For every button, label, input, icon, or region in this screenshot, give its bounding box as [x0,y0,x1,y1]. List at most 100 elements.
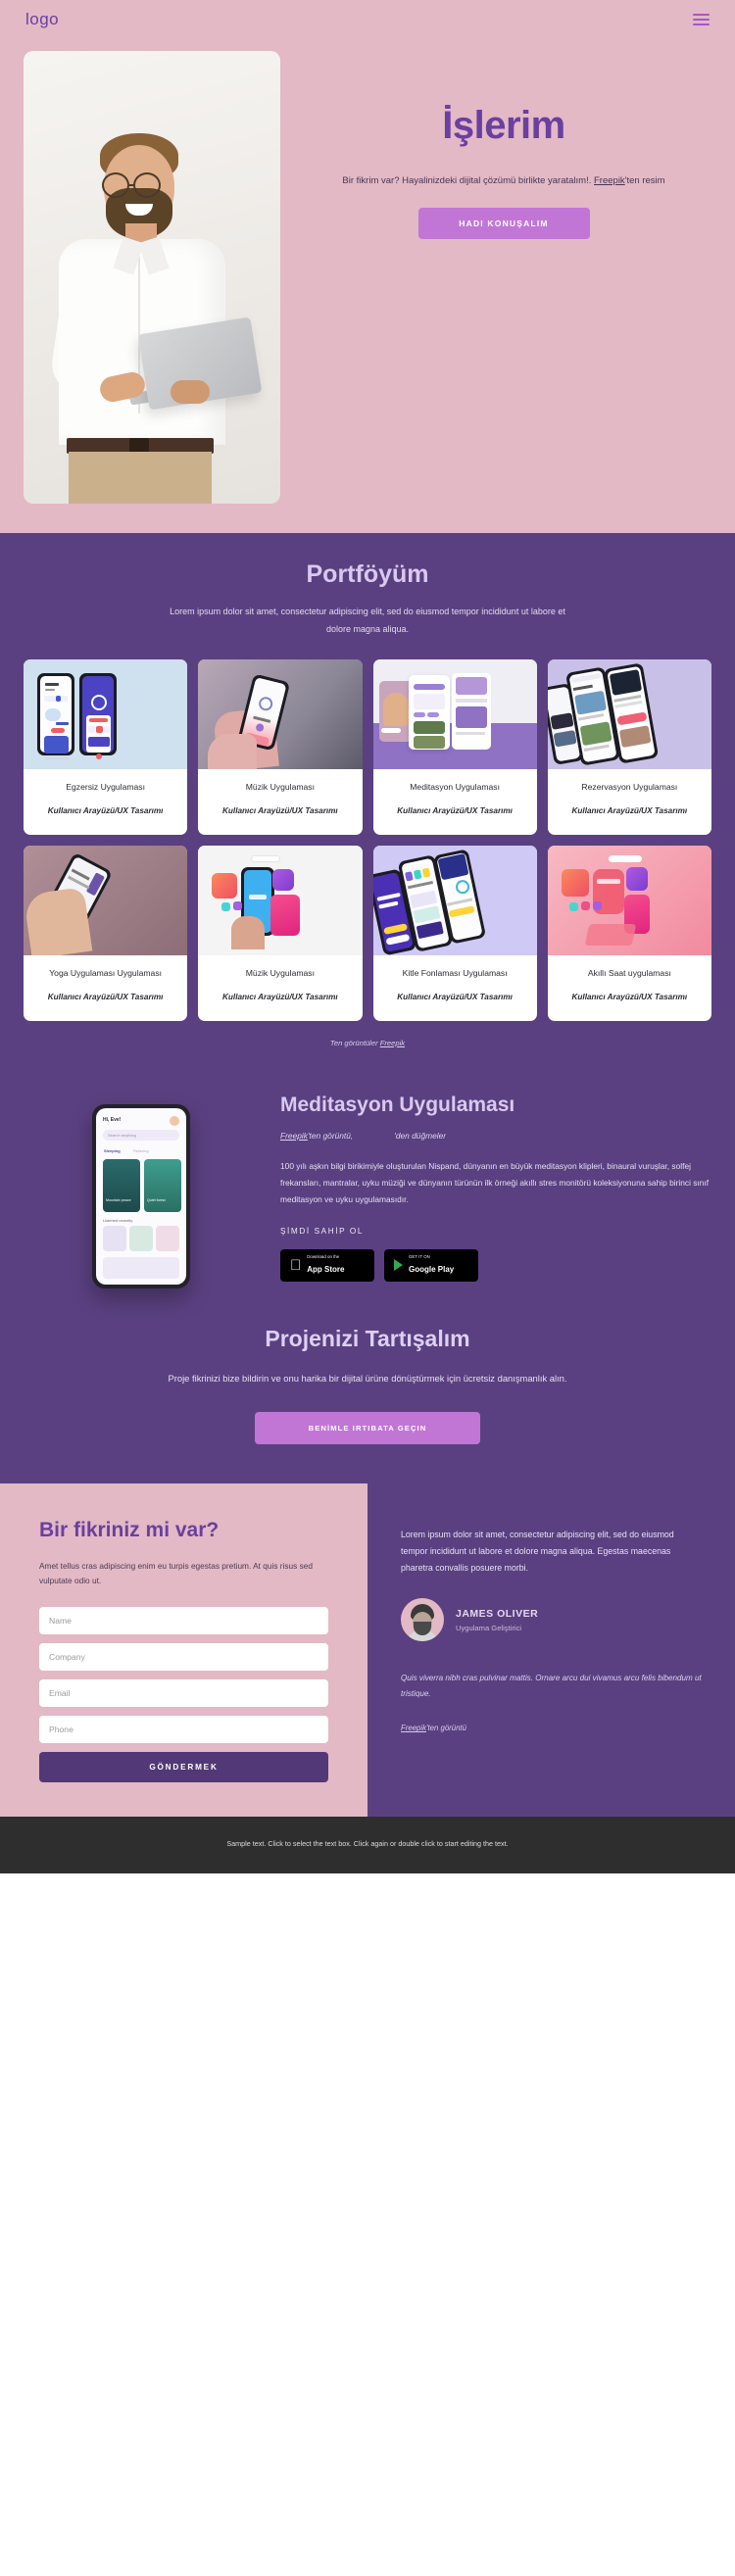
hero-subtitle-suffix: 'ten resim [624,175,665,186]
card-thumbnail [372,845,537,955]
portfolio-credit-link[interactable]: Freepik [380,1039,405,1047]
hamburger-menu-icon[interactable] [693,14,710,25]
logo[interactable]: logo [25,10,59,29]
avatar [401,1598,444,1642]
app-store-name: App Store [296,1264,344,1274]
card-title: Müzik Uygulaması [245,967,315,978]
mock-tab-sleeping[interactable]: Sleeping [104,1148,121,1153]
card-title: Egzersiz Uygulaması [66,782,145,792]
google-play-icon [394,1259,403,1272]
card-title: Kitle Fonlaması Uygulaması [402,967,508,978]
footer: Sample text. Click to select the text bo… [0,1816,735,1874]
person-role: Uygulama Geliştirici [456,1623,522,1632]
card-thumbnail [24,845,188,955]
testimonial-quote: Quis viverra nibh cras pulvinar mattis. … [401,1674,702,1699]
card-subtitle: Kullanıcı Arayüzü/UX Tasarımı [47,806,164,816]
contact-me-button[interactable]: BENİMLE IRTIBATA GEÇIN [255,1411,480,1444]
card-title: Müzik Uygulaması [245,782,315,792]
app-store-badges:  Download on the App Store GET IT ON Go… [280,1248,711,1282]
card-body: Müzik Uygulaması Kullanıcı Arayüzü/UX Ta… [198,769,362,835]
google-play-name: Google Play [409,1264,455,1274]
name-field[interactable] [39,1606,328,1634]
google-play-badge[interactable]: GET IT ON Google Play [384,1248,478,1282]
hero-section: logo İşlerim Bir fikrim var? Hayalinizde… [0,0,735,533]
hero-text-block: İşlerim Bir fikrim var? Hayalinizdeki di… [280,51,711,239]
card-subtitle: Kullanıcı Arayüzü/UX Tasarımı [571,993,688,1002]
hero-photo [24,51,280,504]
contact-section: Bir fikriniz mi var? Amet tellus cras ad… [0,1482,735,1817]
card-subtitle: Kullanıcı Arayüzü/UX Tasarımı [397,993,513,1002]
mock-tile2-label: Quiet forest [147,1197,166,1202]
mock-search-label: Search anything [108,1132,136,1138]
portfolio-card[interactable]: Müzik Uygulaması Kullanıcı Arayüzü/UX Ta… [198,659,363,835]
mock-section-label: Listened recently [103,1217,133,1223]
card-thumbnail [198,659,363,769]
feature-credits: Freepik'ten görüntü, 'den düğmeler [280,1131,711,1141]
phone-mockup: Hi, Eve! Search anything Sleeping Relaxi… [92,1103,190,1288]
card-title: Meditasyon Uygulaması [410,782,500,792]
card-thumbnail [24,659,188,769]
testimonial-credit: Freepik'ten görüntü [401,1724,702,1732]
portfolio-credit: Ten görüntüler Freepik [0,1039,735,1047]
card-body: Meditasyon Uygulaması Kullanıcı Arayüzü/… [373,769,537,835]
card-thumbnail [372,659,537,769]
testimonial-person: JAMES OLIVER Uygulama Geliştirici [401,1598,702,1642]
portfolio-card[interactable]: Kitle Fonlaması Uygulaması Kullanıcı Ara… [372,845,537,1021]
footer-text[interactable]: Sample text. Click to select the text bo… [220,1838,514,1851]
testimonial-credit-suffix: 'ten görüntü [426,1724,466,1733]
contact-form-panel: Bir fikriniz mi var? Amet tellus cras ad… [0,1482,368,1817]
top-navigation-bar: logo [0,0,735,39]
card-subtitle: Kullanıcı Arayüzü/UX Tasarımı [571,806,688,816]
portfolio-credit-text: Ten görüntüler [329,1038,380,1047]
card-subtitle: Kullanıcı Arayüzü/UX Tasarımı [397,806,513,816]
card-body: Kitle Fonlaması Uygulaması Kullanıcı Ara… [373,955,537,1021]
portfolio-card[interactable]: Müzik Uygulaması Kullanıcı Arayüzü/UX Ta… [198,845,363,1021]
portfolio-card[interactable]: Akıllı Saat uygulaması Kullanıcı Arayüzü… [547,845,711,1021]
testimonial-credit-link[interactable]: Freepik [401,1724,426,1732]
mock-tile1-label: Mountain peace [106,1197,131,1202]
discuss-description: Proje fikrinizi bize bildirin ve onu har… [168,1372,567,1384]
card-body: Akıllı Saat uygulaması Kullanıcı Arayüzü… [548,955,711,1021]
discuss-title: Projenizi Tartışalım [265,1325,470,1351]
contact-title: Bir fikriniz mi var? [39,1518,220,1541]
portfolio-card[interactable]: Meditasyon Uygulaması Kullanıcı Arayüzü/… [372,659,537,835]
submit-button[interactable]: GÖNDERMEK [39,1751,328,1782]
portfolio-section: Portföyüm Lorem ipsum dolor sit amet, co… [0,533,735,1065]
app-store-small-label: Download on the [296,1253,339,1259]
portfolio-card[interactable]: Rezervasyon Uygulaması Kullanıcı Arayüzü… [547,659,711,835]
feature-credit-second: 'den düğmeler [394,1130,447,1141]
mock-tab-relaxing[interactable]: Relaxing [133,1148,149,1153]
phone-field[interactable] [39,1715,328,1743]
hero-content: İşlerim Bir fikrim var? Hayalinizdeki di… [0,39,735,504]
discuss-project-section: Projenizi Tartışalım Proje fikrinizi biz… [0,1317,735,1483]
card-body: Rezervasyon Uygulaması Kullanıcı Arayüzü… [548,769,711,835]
email-field[interactable] [39,1678,328,1707]
card-body: Yoga Uygulaması Uygulaması Kullanıcı Ara… [24,955,187,1021]
feature-credit-link[interactable]: Freepik [280,1131,308,1141]
meditation-phone-mockup-wrap: Hi, Eve! Search anything Sleeping Relaxi… [24,1087,259,1288]
meditation-feature-section: Hi, Eve! Search anything Sleeping Relaxi… [0,1064,735,1318]
google-play-small-label: GET IT ON [409,1253,430,1259]
portfolio-card[interactable]: Yoga Uygulaması Uygulaması Kullanıcı Ara… [24,845,188,1021]
feature-body-text: 100 yılı aşkın bilgi birikimiyle oluştur… [280,1160,710,1205]
testimonial-lead: Lorem ipsum dolor sit amet, consectetur … [401,1529,674,1573]
portfolio-title: Portföyüm [306,560,429,588]
meditation-text-block: Meditasyon Uygulaması Freepik'ten görünt… [280,1087,711,1282]
app-store-badge[interactable]:  Download on the App Store [280,1248,374,1282]
card-thumbnail [547,659,711,769]
mock-greeting: Hi, Eve! [103,1116,122,1123]
company-field[interactable] [39,1642,328,1671]
card-subtitle: Kullanıcı Arayüzü/UX Tasarımı [47,993,164,1002]
card-subtitle: Kullanıcı Arayüzü/UX Tasarımı [222,993,338,1002]
person-name: JAMES OLIVER [456,1607,539,1620]
card-subtitle: Kullanıcı Arayüzü/UX Tasarımı [222,806,338,816]
card-title: Yoga Uygulaması Uygulaması [49,967,163,978]
hero-subtitle-text: Bir fikrim var? Hayalinizdeki dijital çö… [342,175,592,186]
portfolio-description: Lorem ipsum dolor sit amet, consectetur … [170,607,565,634]
card-thumbnail [547,845,711,955]
hero-freepik-link[interactable]: Freepik [594,175,625,186]
testimonial-panel: Lorem ipsum dolor sit amet, consectetur … [368,1482,735,1817]
hero-cta-button[interactable]: HADI KONUŞALIM [417,208,590,239]
portfolio-card[interactable]: Egzersiz Uygulaması Kullanıcı Arayüzü/UX… [24,659,188,835]
card-title: Akıllı Saat uygulaması [587,967,671,978]
